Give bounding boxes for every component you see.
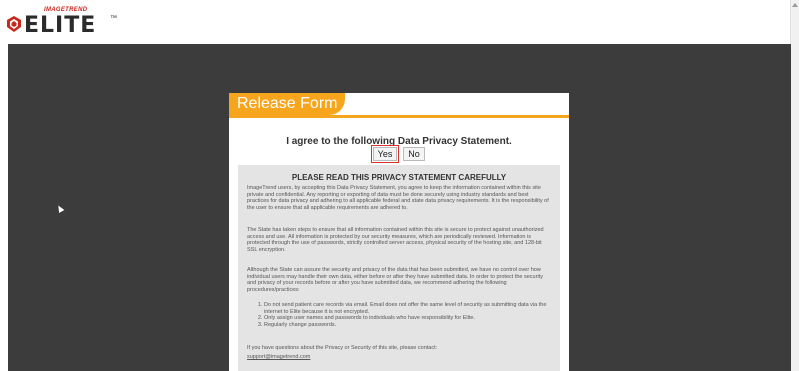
procedures-list: Do not send patient care records via ema…	[252, 302, 560, 328]
dialog-title-tab: Release Form	[229, 93, 345, 115]
yes-button[interactable]: Yes	[371, 145, 399, 163]
statement-paragraph: The State has taken steps to ensure that…	[247, 227, 544, 253]
agree-statement: I agree to the following Data Privacy St…	[286, 136, 512, 147]
logo-name: ELITE	[24, 13, 97, 38]
privacy-statement-panel[interactable]: PLEASE READ THIS PRIVACY STATEMENT CAREF…	[238, 165, 560, 371]
title-divider	[229, 115, 569, 118]
dialog-title: Release Form	[237, 95, 338, 112]
release-form-dialog: Release Form I agree to the following Da…	[229, 93, 569, 371]
page-scrollbar[interactable]	[790, 0, 799, 371]
elite-emblem-icon	[7, 16, 21, 32]
scroll-up-arrow-icon[interactable]	[792, 3, 798, 7]
statement-paragraph: Although the State can assure the securi…	[247, 267, 543, 293]
list-item: Do not send patient care records via ema…	[264, 302, 560, 315]
list-item: Regularly change passwords.	[264, 322, 560, 329]
imagetrend-elite-logo[interactable]: IMAGETREND ELITE ™	[6, 7, 126, 39]
contact-text: If you have questions about the Privacy …	[247, 345, 438, 351]
logo-trademark: ™	[110, 15, 117, 22]
statement-heading: PLEASE READ THIS PRIVACY STATEMENT CAREF…	[291, 173, 507, 182]
statement-paragraph: ImageTrend users, by accepting this Data…	[247, 185, 549, 211]
app-header: IMAGETREND ELITE ™	[0, 0, 799, 44]
list-item: Only assign user names and passwords to …	[264, 315, 560, 322]
support-email-link[interactable]: support@imagetrend.com	[247, 354, 551, 361]
no-button[interactable]: No	[403, 147, 425, 161]
